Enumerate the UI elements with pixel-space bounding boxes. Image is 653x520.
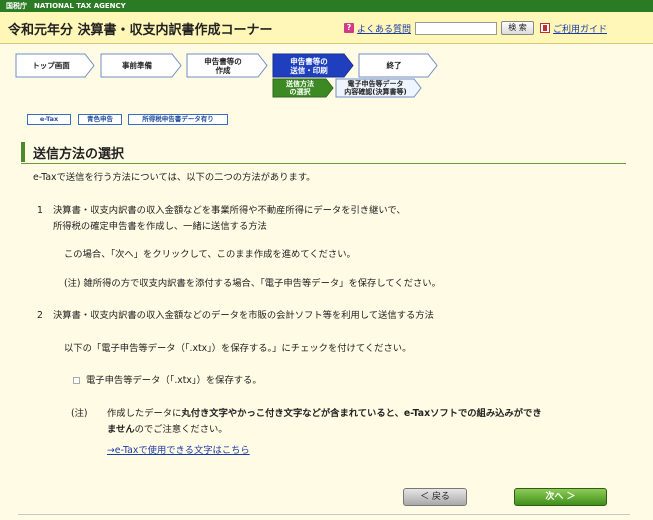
caution-text-2: のでご注意ください。 bbox=[134, 424, 228, 435]
back-button[interactable]: ＜ 戻る bbox=[403, 488, 467, 506]
footer-divider bbox=[18, 514, 630, 515]
step-finish: 終了 bbox=[358, 53, 438, 78]
section-title: 送信方法の選択 bbox=[33, 147, 125, 162]
faq-link[interactable]: よくある質問 bbox=[357, 22, 411, 35]
save-xtx-checkbox[interactable] bbox=[73, 377, 80, 384]
etax-characters-link[interactable]: →e-Taxで使用できる文字はこちら bbox=[107, 442, 250, 456]
search-input[interactable] bbox=[415, 22, 497, 35]
guide-link[interactable]: ご利用ガイド bbox=[553, 22, 607, 35]
tag-etax: e-Tax bbox=[27, 114, 71, 125]
item1-number: 1 bbox=[37, 205, 43, 216]
agency-name: 国税庁 NATIONAL TAX AGENCY bbox=[6, 2, 126, 10]
book-icon[interactable] bbox=[540, 23, 550, 33]
save-xtx-label[interactable]: 電子申告等データ（「.xtx」）を保存する。 bbox=[86, 374, 262, 387]
caution-line2: ませんのでご注意ください。 bbox=[107, 423, 228, 436]
substep-send-method: 送信方法 の選択 bbox=[272, 78, 334, 98]
section-divider bbox=[21, 163, 626, 164]
item2-line: 決算書・収支内訳書の収入金額などのデータを市販の会計ソフト等を利用して送信する方… bbox=[53, 310, 434, 321]
caution-mark: (注) bbox=[71, 408, 88, 419]
agency-bar: 国税庁 NATIONAL TAX AGENCY bbox=[0, 0, 653, 12]
caution-bold-2: ません bbox=[107, 424, 135, 435]
item1-caution: (注) 雑所得の方で収支内訳書を添付する場合、「電子申告等データ」を保存してくだ… bbox=[64, 278, 441, 289]
item1-note: この場合、「次へ」をクリックして、このまま作成を進めてください。 bbox=[64, 249, 356, 260]
substep-data-confirm: 電子申告等データ 内容確認(決算書等) bbox=[335, 78, 422, 98]
question-icon[interactable]: ? bbox=[344, 23, 354, 33]
step-top: トップ画面 bbox=[15, 53, 95, 78]
caution-bold-1: 丸付き文字やかっこ付き文字などが含まれていると、e-Taxソフトでの組み込みがで… bbox=[181, 408, 542, 419]
next-button[interactable]: 次へ ＞ bbox=[514, 488, 607, 506]
item1-line2: 所得税の確定申告書を作成し、一緒に送信する方法 bbox=[53, 221, 267, 232]
intro-text: e-Taxで送信を行う方法については、以下の二つの方法があります。 bbox=[33, 172, 316, 183]
tag-income-tax-data: 所得税申告書データ有り bbox=[128, 114, 228, 125]
item1-line1: 決算書・収支内訳書の収入金額などを事業所得や不動産所得にデータを引き継いで、 bbox=[53, 205, 406, 216]
step-create: 申告書等の 作成 bbox=[186, 53, 268, 78]
step-send-print: 申告書等の 送信・印刷 bbox=[272, 53, 354, 78]
caution-line1: 作成したデータに丸付き文字やかっこ付き文字などが含まれていると、e-Taxソフト… bbox=[107, 407, 542, 420]
step-preparation: 事前準備 bbox=[100, 53, 182, 78]
tag-blue-return: 青色申告 bbox=[78, 114, 122, 125]
header: 令和元年分 決算書・収支内訳書作成コーナー ? よくある質問 検 索 ご利用ガイ… bbox=[0, 12, 653, 44]
caution-text-1: 作成したデータに bbox=[107, 408, 182, 419]
search-button[interactable]: 検 索 bbox=[501, 21, 534, 35]
page-app-title: 令和元年分 決算書・収支内訳書作成コーナー bbox=[8, 23, 273, 38]
item2-note: 以下の「電子申告等データ（「.xtx」）を保存する。」にチェックを付けてください… bbox=[64, 343, 412, 354]
item2-number: 2 bbox=[37, 310, 43, 321]
section-marker bbox=[21, 142, 25, 162]
